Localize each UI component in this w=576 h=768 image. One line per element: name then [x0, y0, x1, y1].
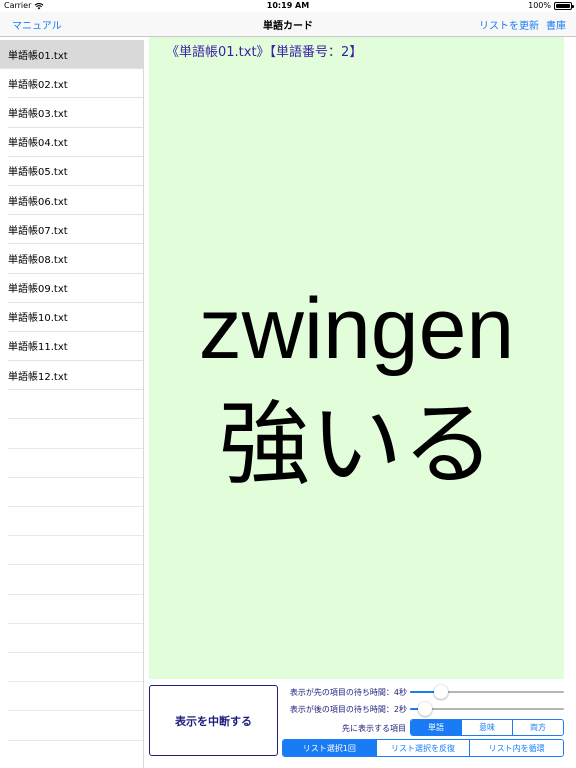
mode-option-cycle[interactable]: リスト内を循環: [469, 740, 563, 756]
status-bar: Carrier 10:19 AM 100%: [0, 0, 576, 12]
file-list-item[interactable]: 単語帳09.txt: [8, 274, 143, 303]
file-list-item[interactable]: 単語帳08.txt: [8, 244, 143, 274]
card-word: zwingen: [198, 281, 515, 377]
empty-list-row: [8, 536, 143, 566]
display-order-row: 先に表示する項目 単語 意味 両方: [284, 719, 564, 736]
file-list-item[interactable]: 単語帳01.txt: [0, 40, 143, 70]
order-option-both[interactable]: 両方: [512, 720, 563, 735]
list-mode-control: リスト選択1回 リスト選択を反復 リスト内を循環: [282, 739, 564, 757]
file-list-item[interactable]: 単語帳12.txt: [8, 361, 143, 391]
file-list-item[interactable]: 単語帳07.txt: [8, 215, 143, 245]
battery-percent: 100%: [528, 1, 551, 10]
battery-info: 100%: [528, 1, 574, 10]
empty-list-row: [8, 682, 143, 712]
card-header: 《単語帳01.txt》【単語番号：2】: [166, 45, 363, 60]
empty-list-row: [8, 478, 143, 507]
display-order-control: 単語 意味 両方: [410, 719, 564, 736]
first-wait-slider[interactable]: [410, 685, 564, 699]
file-list-item[interactable]: 単語帳11.txt: [8, 332, 143, 362]
nav-right-buttons: リストを更新 書庫: [479, 17, 566, 32]
empty-list-row: [8, 595, 143, 624]
empty-list-row: [8, 419, 143, 449]
file-list-item[interactable]: 単語帳02.txt: [8, 69, 143, 99]
stop-display-button[interactable]: 表示を中断する: [149, 685, 278, 756]
order-option-word[interactable]: 単語: [411, 720, 461, 735]
bookshelf-button[interactable]: 書庫: [546, 17, 566, 32]
order-option-meaning[interactable]: 意味: [461, 720, 512, 735]
mode-option-once[interactable]: リスト選択1回: [283, 740, 376, 756]
second-wait-row: 表示が後の項目の待ち時間：2秒: [284, 702, 564, 716]
file-list-item[interactable]: 単語帳05.txt: [8, 157, 143, 186]
empty-list-row: [8, 565, 143, 595]
file-list-item[interactable]: 単語帳06.txt: [8, 186, 143, 216]
battery-icon: [554, 1, 574, 10]
display-order-label: 先に表示する項目: [342, 724, 406, 733]
refresh-list-button[interactable]: リストを更新: [479, 17, 539, 32]
file-list-item[interactable]: 単語帳10.txt: [8, 303, 143, 332]
empty-list-row: [8, 624, 143, 653]
second-wait-slider-thumb[interactable]: [418, 702, 433, 716]
second-wait-slider[interactable]: [410, 702, 564, 716]
empty-list-row: [8, 390, 143, 420]
file-list-item[interactable]: 単語帳04.txt: [8, 128, 143, 157]
mode-option-repeat[interactable]: リスト選択を反復: [375, 740, 470, 756]
word-card: 《単語帳01.txt》【単語番号：2】 zwingen 強いる: [149, 37, 564, 679]
file-list-item[interactable]: 単語帳03.txt: [8, 98, 143, 128]
clock: 10:19 AM: [266, 1, 310, 10]
empty-list-row: [8, 449, 143, 478]
navigation-bar: マニュアル 単語カード リストを更新 書庫: [0, 12, 576, 37]
empty-list-row: [8, 711, 143, 741]
first-wait-slider-thumb[interactable]: [433, 685, 448, 699]
first-wait-label: 表示が先の項目の待ち時間：4秒: [289, 688, 407, 697]
empty-list-row: [8, 507, 143, 537]
second-wait-label: 表示が後の項目の待ち時間：2秒: [289, 705, 407, 714]
empty-list-row: [8, 653, 143, 683]
file-list: 単語帳01.txt 単語帳02.txt 単語帳03.txt 単語帳04.txt 単語帳0…: [0, 40, 144, 768]
card-meaning: 強いる: [218, 391, 495, 498]
first-wait-row: 表示が先の項目の待ち時間：4秒: [284, 685, 564, 699]
